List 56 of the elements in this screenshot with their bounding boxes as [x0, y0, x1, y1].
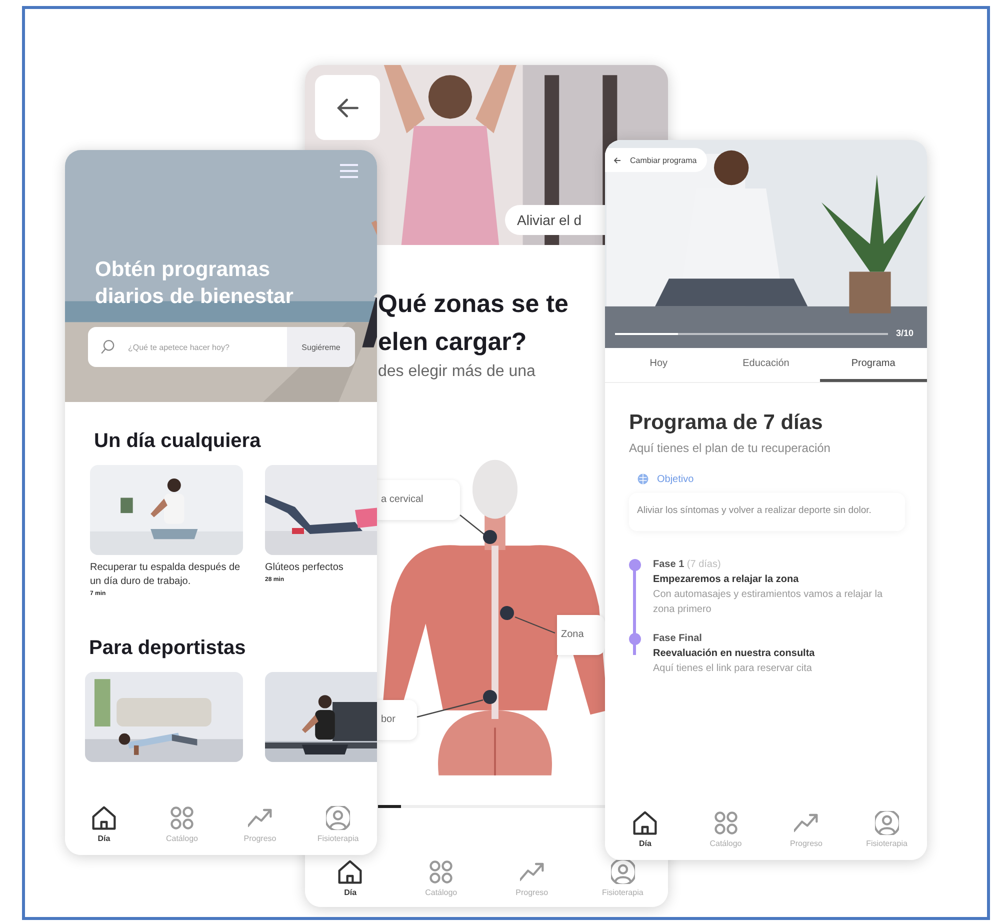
search-icon — [100, 339, 116, 355]
leader-line — [460, 514, 486, 536]
question-title: Qué zonas se te — [378, 289, 570, 320]
user-icon — [326, 806, 350, 830]
phase-duration: (7 días) — [686, 559, 721, 570]
card-title: Recuperar tu espalda después de un día duro de trabajo. — [90, 561, 242, 589]
phase-dot — [629, 633, 641, 645]
objective-label: Objetivo — [657, 474, 694, 484]
back-button[interactable] — [315, 75, 380, 140]
zone-dot[interactable] — [500, 606, 514, 620]
trend-icon — [248, 806, 272, 830]
program-subtitle: Aquí tienes el plan de tu recuperación — [629, 441, 832, 455]
change-program-button[interactable]: Cambiar programa — [605, 148, 707, 172]
user-icon — [874, 811, 899, 835]
section-title: Un día cualquiera — [93, 430, 262, 453]
leader-line — [416, 699, 484, 718]
home-icon — [92, 806, 116, 830]
nav-tab[interactable]: Día — [605, 811, 686, 848]
search-field[interactable]: ¿Qué te apetece hacer hoy? Sugiéreme — [88, 327, 355, 367]
tab[interactable]: Programa — [820, 348, 927, 382]
zone-dot[interactable] — [483, 530, 497, 544]
tab[interactable]: Educación — [712, 348, 820, 382]
tab[interactable]: Hoy — [605, 348, 712, 382]
phase-title: Reevaluación en nuestra consulta — [653, 647, 816, 661]
home-icon — [633, 811, 658, 835]
zone-dot[interactable] — [483, 690, 497, 704]
zone-label[interactable]: bor — [377, 700, 417, 740]
phase-text: Con automasajes y estiramientos vamos a relajar la zona primero — [653, 588, 884, 617]
suggest-button[interactable]: Sugiéreme — [287, 327, 355, 367]
card-title: Glúteos perfectos — [265, 561, 344, 575]
phase-text: Aquí tienes el link para reservar cita — [653, 662, 813, 676]
phase-name: Fase 1 — [653, 559, 684, 570]
section-title: Para deportistas — [88, 637, 247, 660]
question-hint: des elegir más de una — [378, 363, 536, 381]
trend-icon — [520, 860, 544, 884]
phase-dot — [629, 559, 641, 571]
video-counter: 3/10 — [896, 328, 914, 338]
phase-name: Fase Final — [653, 633, 702, 644]
nav-tab[interactable]: Día — [65, 806, 143, 843]
trend-icon — [794, 811, 818, 835]
grid-icon — [429, 860, 454, 884]
grid-icon — [170, 806, 194, 830]
leader-line — [514, 616, 556, 634]
program-title: Programa de 7 días — [629, 411, 824, 435]
back-arrow-icon — [613, 156, 622, 164]
grid-icon — [714, 811, 738, 835]
hero-title: Obtén programas diarios de bienestar — [95, 257, 294, 310]
zone-label[interactable]: Zona — [557, 615, 605, 655]
objective-text: Aliviar los síntomas y volver a realizar deporte sin dolor. — [629, 493, 905, 531]
question-title: elen cargar? — [378, 327, 528, 358]
globe-icon — [637, 473, 649, 485]
zone-label[interactable]: a cervical — [377, 480, 460, 520]
user-icon — [610, 860, 635, 884]
home-icon — [338, 860, 362, 884]
nav-tab[interactable]: Día — [305, 860, 396, 897]
phase-title: Empezaremos a relajar la zona — [653, 573, 800, 587]
